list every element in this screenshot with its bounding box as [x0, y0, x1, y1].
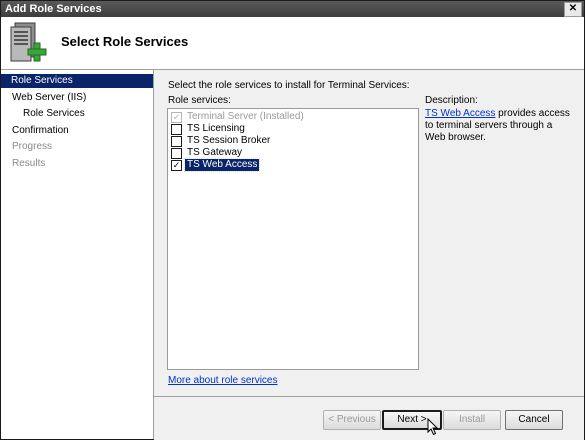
- more-about-role-services-link[interactable]: More about role services: [168, 375, 278, 386]
- window-title: Add Role Services: [5, 3, 102, 15]
- server-roles-icon: [10, 22, 47, 62]
- nav-item-web-server-role-services[interactable]: Role Services: [1, 107, 153, 121]
- role-service-label: TS Licensing: [187, 123, 245, 134]
- nav-item-progress: Progress: [1, 140, 153, 154]
- nav-item-label: Role Services: [11, 75, 73, 86]
- role-services-label: Role services:: [168, 95, 231, 106]
- wizard-footer: < Previous Next > Install Cancel: [154, 396, 584, 440]
- previous-button[interactable]: < Previous: [323, 410, 381, 430]
- nav-item-confirmation[interactable]: Confirmation: [1, 124, 153, 138]
- install-button[interactable]: Install: [443, 410, 501, 430]
- checkbox[interactable]: [171, 148, 182, 159]
- wizard-header: Select Role Services: [1, 17, 584, 70]
- nav-item-label: Confirmation: [12, 125, 69, 136]
- nav-item-label: Results: [12, 158, 46, 169]
- instruction-text: Select the role services to install for …: [168, 80, 410, 91]
- main-content: Select the role services to install for …: [154, 70, 584, 396]
- ts-web-access-link[interactable]: TS Web Access: [425, 108, 495, 119]
- nav-item-role-services[interactable]: Role Services: [1, 74, 153, 88]
- title-bar[interactable]: Add Role Services ✕: [1, 1, 584, 17]
- mouse-cursor-icon: [427, 418, 439, 436]
- close-icon: ✕: [568, 3, 578, 14]
- nav-item-label: Role Services: [23, 108, 85, 119]
- page-title: Select Role Services: [61, 34, 189, 49]
- role-service-label: Terminal Server (Installed): [187, 111, 304, 122]
- cancel-button[interactable]: Cancel: [505, 410, 563, 430]
- checkbox[interactable]: [171, 124, 182, 135]
- description-label: Description:: [425, 95, 478, 106]
- checkbox[interactable]: [171, 136, 182, 147]
- nav-item-results: Results: [1, 157, 153, 171]
- close-button[interactable]: ✕: [564, 2, 582, 17]
- add-role-services-window: Add Role Services ✕ Select Role Services…: [0, 0, 585, 440]
- checkbox[interactable]: ✓: [171, 160, 182, 171]
- nav-item-label: Progress: [12, 141, 53, 152]
- nav-item-label: Web Server (IIS): [12, 92, 87, 103]
- description-text: TS Web Access provides access to termina…: [425, 108, 575, 144]
- role-services-list[interactable]: ✓ Terminal Server (Installed) TS Licensi…: [167, 108, 419, 370]
- role-service-label: TS Session Broker: [187, 135, 271, 146]
- nav-item-web-server[interactable]: Web Server (IIS): [1, 91, 153, 105]
- role-service-label: TS Gateway: [187, 147, 243, 158]
- role-service-label: TS Web Access: [183, 158, 261, 172]
- checkbox: ✓: [171, 112, 182, 123]
- wizard-nav: Role Services Web Server (IIS) Role Serv…: [1, 70, 154, 439]
